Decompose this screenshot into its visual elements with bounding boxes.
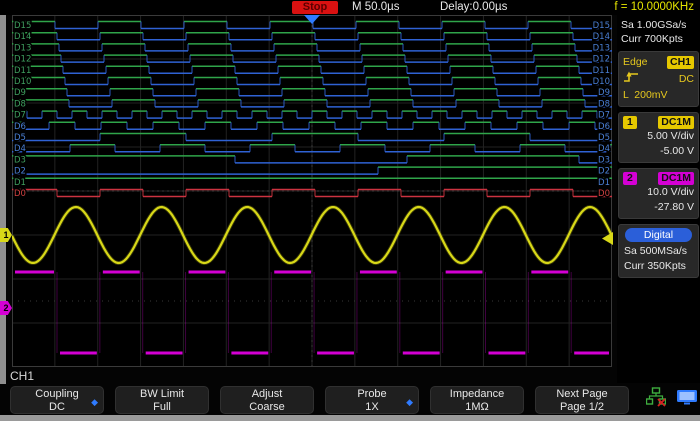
digital-acquisition-info: Sa 500MSa/s Curr 350Kpts [623,244,694,274]
svg-text:D5: D5 [14,133,26,143]
menu-button-next-page[interactable]: Next Page Page 1/2 [535,386,629,414]
sidebar: Sa 1.00GSa/s Curr 700Kpts Edge CH1 DC L … [617,15,700,383]
digital-title-badge: Digital [625,228,692,242]
bezel-bottom-strip [0,415,700,421]
digital-info-box[interactable]: Digital Sa 500MSa/s Curr 350Kpts [618,224,699,278]
menu-label: Next Page [536,388,628,401]
active-menu-title: CH1 [10,369,34,383]
bezel-left-strip [0,15,6,415]
oscilloscope-screen: Stop M 50.0µs Delay:0.00µs f = 10.0000KH… [0,0,700,421]
analog-memory-depth: Curr 700Kpts [621,33,683,45]
svg-text:D15: D15 [593,21,610,31]
svg-text:D9: D9 [598,88,610,98]
trigger-info-box[interactable]: Edge CH1 DC L 200mV [618,51,699,107]
digital-sample-rate: Sa 500MSa/s [624,245,687,257]
ch1-info-box[interactable]: 1 DC1M 5.00 V/div -5.00 V [618,112,699,163]
svg-text:D10: D10 [14,77,31,87]
waveform-display: D15D15D14D14D13D13D12D12D11D11D10D10D9D9… [12,15,612,367]
svg-text:D12: D12 [14,55,31,65]
svg-text:D4: D4 [14,144,26,154]
print-screen-icon [676,389,698,411]
menu-value: Page 1/2 [536,401,628,414]
softkey-menu-bar: Coupling DC ◆ BW Limit Full Adjust Coars… [0,384,700,415]
status-icons [646,387,698,412]
menu-value: Coarse [221,401,313,414]
lan-disconnected-icon [646,387,666,412]
ch2-ground-marker[interactable]: 2 [0,301,12,315]
ch2-number-badge: 2 [623,172,637,185]
svg-text:D12: D12 [593,55,610,65]
trigger-source-badge: CH1 [667,56,694,69]
trigger-level-readout: L 200mV [623,88,694,103]
ch1-offset: -5.00 V [623,144,694,159]
menu-label: Impedance [431,388,523,401]
trigger-coupling: DC [679,72,694,87]
selector-diamond-icon: ◆ [406,396,413,409]
menu-label: Adjust [221,388,313,401]
svg-text:D11: D11 [593,66,610,76]
selector-diamond-icon: ◆ [91,396,98,409]
timebase-readout: M 50.0µs [352,1,400,14]
svg-text:D2: D2 [14,167,26,177]
svg-text:D2: D2 [598,167,610,177]
menu-value: DC [11,401,103,414]
menu-value: Full [116,401,208,414]
waveform-canvas: D15D15D14D14D13D13D12D12D11D11D10D10D9D9… [12,15,612,367]
svg-text:D0: D0 [14,189,26,199]
rising-edge-icon [623,70,639,88]
svg-text:D6: D6 [598,122,610,132]
svg-text:D3: D3 [14,155,26,165]
svg-text:D11: D11 [14,66,31,76]
svg-text:D10: D10 [593,77,610,87]
ch2-coupling-badge: DC1M [658,172,694,185]
ch1-ground-marker[interactable]: 1 [0,228,12,242]
digital-memory-depth: Curr 350Kpts [624,260,686,272]
svg-text:D3: D3 [598,155,610,165]
svg-text:D15: D15 [14,21,31,31]
analog-sample-rate: Sa 1.00GSa/s [621,19,686,31]
svg-text:D5: D5 [598,133,610,143]
run-state-badge[interactable]: Stop [292,1,338,14]
svg-text:D13: D13 [14,43,31,53]
ch1-number-badge: 1 [623,116,637,129]
frequency-counter-readout: f = 10.0000KHz [614,1,694,14]
menu-button-coupling[interactable]: Coupling DC ◆ [10,386,104,414]
menu-label: Probe [326,388,418,401]
menu-value: 1X [326,401,418,414]
menu-button-impedance[interactable]: Impedance 1MΩ [430,386,524,414]
top-status-bar: Stop M 50.0µs Delay:0.00µs f = 10.0000KH… [0,0,700,15]
svg-text:D14: D14 [14,32,31,42]
ch2-scale: 10.0 V/div [623,185,694,200]
menu-label: BW Limit [116,388,208,401]
svg-text:D14: D14 [593,32,610,42]
delay-readout: Delay:0.00µs [440,1,507,14]
svg-text:D6: D6 [14,122,26,132]
svg-text:D0: D0 [598,189,610,199]
svg-text:D9: D9 [14,88,26,98]
ch1-coupling-badge: DC1M [658,116,694,129]
menu-button-bw-limit[interactable]: BW Limit Full [115,386,209,414]
ch2-info-box[interactable]: 2 DC1M 10.0 V/div -27.80 V [618,168,699,219]
svg-text:D8: D8 [598,99,610,109]
menu-button-adjust[interactable]: Adjust Coarse [220,386,314,414]
ch2-offset: -27.80 V [623,200,694,215]
svg-text:D8: D8 [14,99,26,109]
svg-text:D13: D13 [593,43,610,53]
svg-text:D7: D7 [14,111,26,121]
svg-text:D7: D7 [598,111,610,121]
svg-text:D1: D1 [598,178,610,188]
menu-button-probe[interactable]: Probe 1X ◆ [325,386,419,414]
acquisition-info: Sa 1.00GSa/s Curr 700Kpts [617,15,700,46]
ch1-scale: 5.00 V/div [623,129,694,144]
menu-label: Coupling [11,388,103,401]
svg-text:D1: D1 [14,178,26,188]
menu-value: 1MΩ [431,401,523,414]
svg-text:D4: D4 [598,144,610,154]
trigger-mode: Edge [623,55,648,70]
trigger-position-marker[interactable] [304,15,320,24]
